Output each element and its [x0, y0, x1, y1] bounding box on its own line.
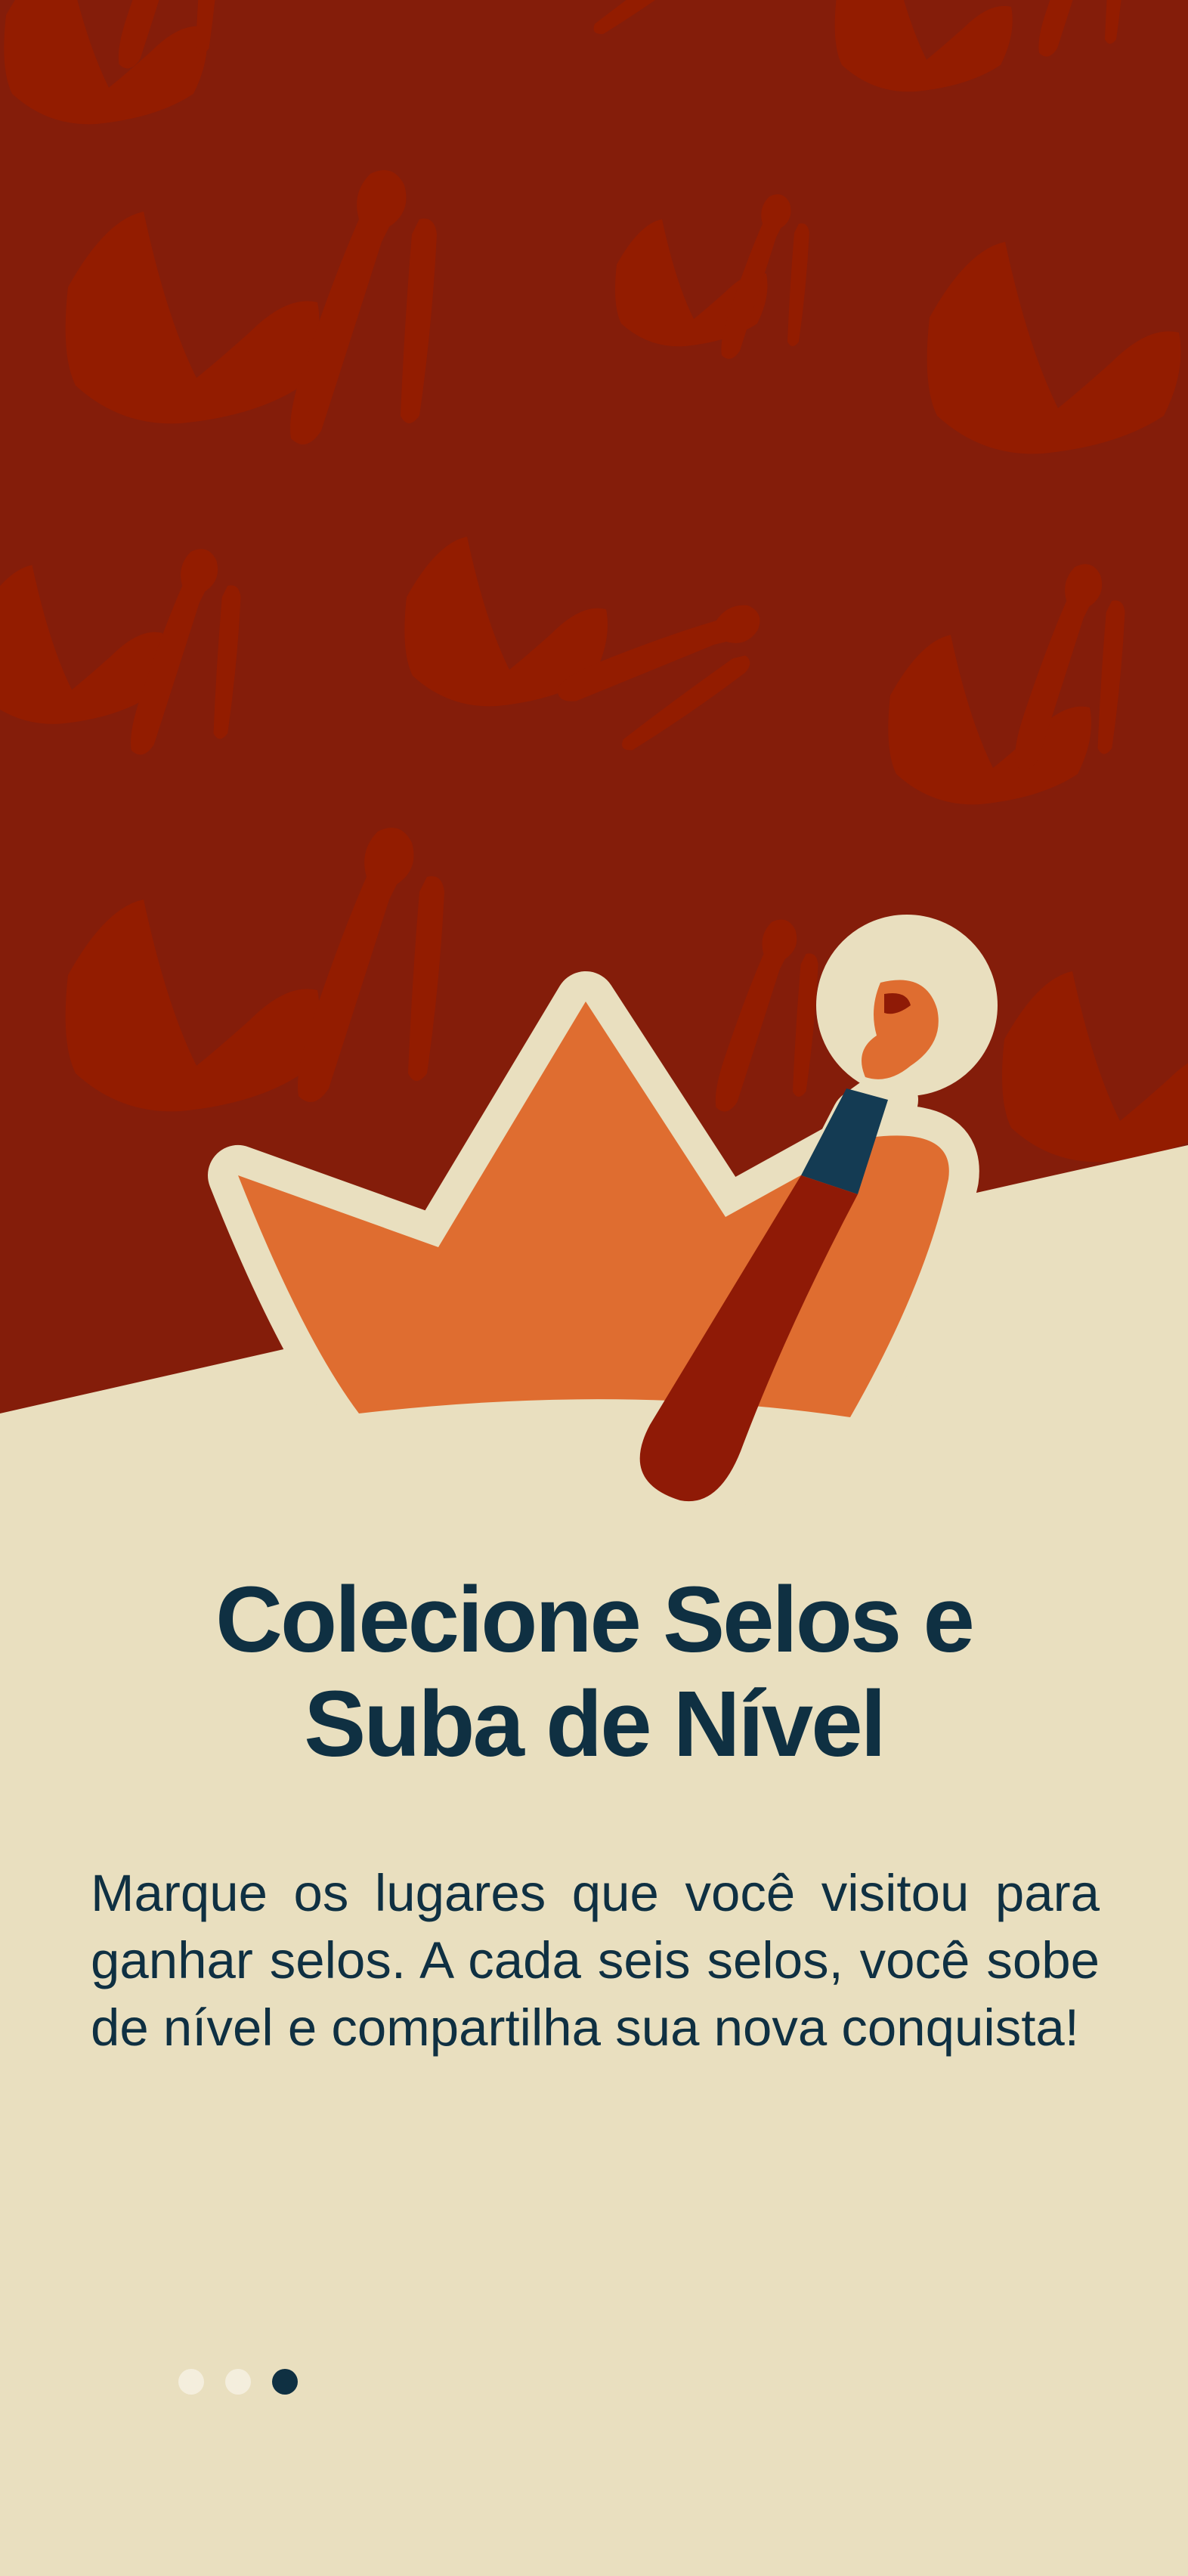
- hero-illustration: [0, 0, 1188, 1512]
- pagination-dot-1[interactable]: [178, 2369, 204, 2395]
- onboarding-screen: Colecione Selos e Suba de Nível Marque o…: [0, 0, 1188, 2576]
- pagination-dot-2[interactable]: [225, 2369, 251, 2395]
- page-description: Marque os lugares que você visitou para …: [91, 1864, 1100, 2057]
- page-title: Colecione Selos e Suba de Nível: [91, 1568, 1097, 1777]
- page-title-line-1: Colecione Selos e: [215, 1568, 975, 1672]
- pagination-dot-3-active[interactable]: [272, 2369, 298, 2395]
- page-title-line-2: Suba de Nível: [304, 1673, 886, 1776]
- pagination-dots: [178, 2369, 298, 2396]
